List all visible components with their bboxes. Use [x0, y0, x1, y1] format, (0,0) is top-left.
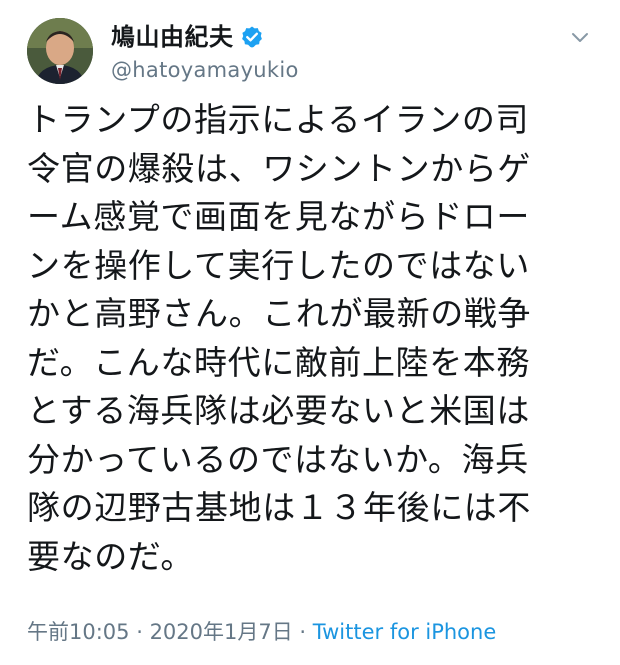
tweet-source-link[interactable]: Twitter for iPhone: [313, 620, 497, 644]
tweet-text-line: 令官の爆殺は、ワシントンからゲ: [27, 148, 531, 188]
tweet-text-line: 要なのだ。: [27, 536, 195, 576]
tweet-text-line: かと高野さん。これが最新の戦争: [27, 294, 531, 333]
tweet-meta: 午前10:05 · 2020年1月7日 · Twitter for iPhone: [27, 617, 496, 647]
tweet-text-line: とする海兵隊は必要ないと米国は: [27, 391, 531, 430]
meta-separator: ·: [292, 620, 313, 644]
tweet-time[interactable]: 午前10:05: [27, 620, 130, 644]
tweet-text: トランプの指示によるイランの司 令官の爆殺は、ワシントンからゲ ーム感覚で画面を…: [27, 96, 597, 581]
verified-badge-icon: [240, 25, 264, 49]
tweet-text-line: だ。こんな時代に敵前上陸を本務: [27, 342, 531, 382]
chevron-down-icon[interactable]: [569, 26, 591, 48]
author-names: 鳩山由紀夫 @hatoyamayukio: [111, 22, 299, 84]
tweet-header: 鳩山由紀夫 @hatoyamayukio: [27, 18, 597, 88]
avatar[interactable]: [27, 18, 93, 84]
display-name[interactable]: 鳩山由紀夫: [111, 22, 234, 52]
tweet-card: 鳩山由紀夫 @hatoyamayukio トランプの指示によるイランの司 令官の…: [0, 0, 620, 665]
tweet-text-line: ーム感覚で画面を見ながらドロー: [27, 197, 531, 236]
display-name-row: 鳩山由紀夫: [111, 22, 299, 52]
tweet-text-line: ンを操作して実行したのではない: [27, 245, 531, 285]
tweet-text-line: 隊の辺野古基地は１３年後には不: [27, 488, 531, 527]
tweet-text-line: トランプの指示によるイランの司: [27, 100, 530, 139]
tweet-date[interactable]: 2020年1月7日: [150, 620, 293, 644]
tweet-text-line: 分かっているのではないか。海兵: [27, 439, 529, 479]
handle[interactable]: @hatoyamayukio: [111, 56, 299, 84]
meta-separator: ·: [129, 620, 150, 644]
avatar-image: [27, 18, 93, 84]
